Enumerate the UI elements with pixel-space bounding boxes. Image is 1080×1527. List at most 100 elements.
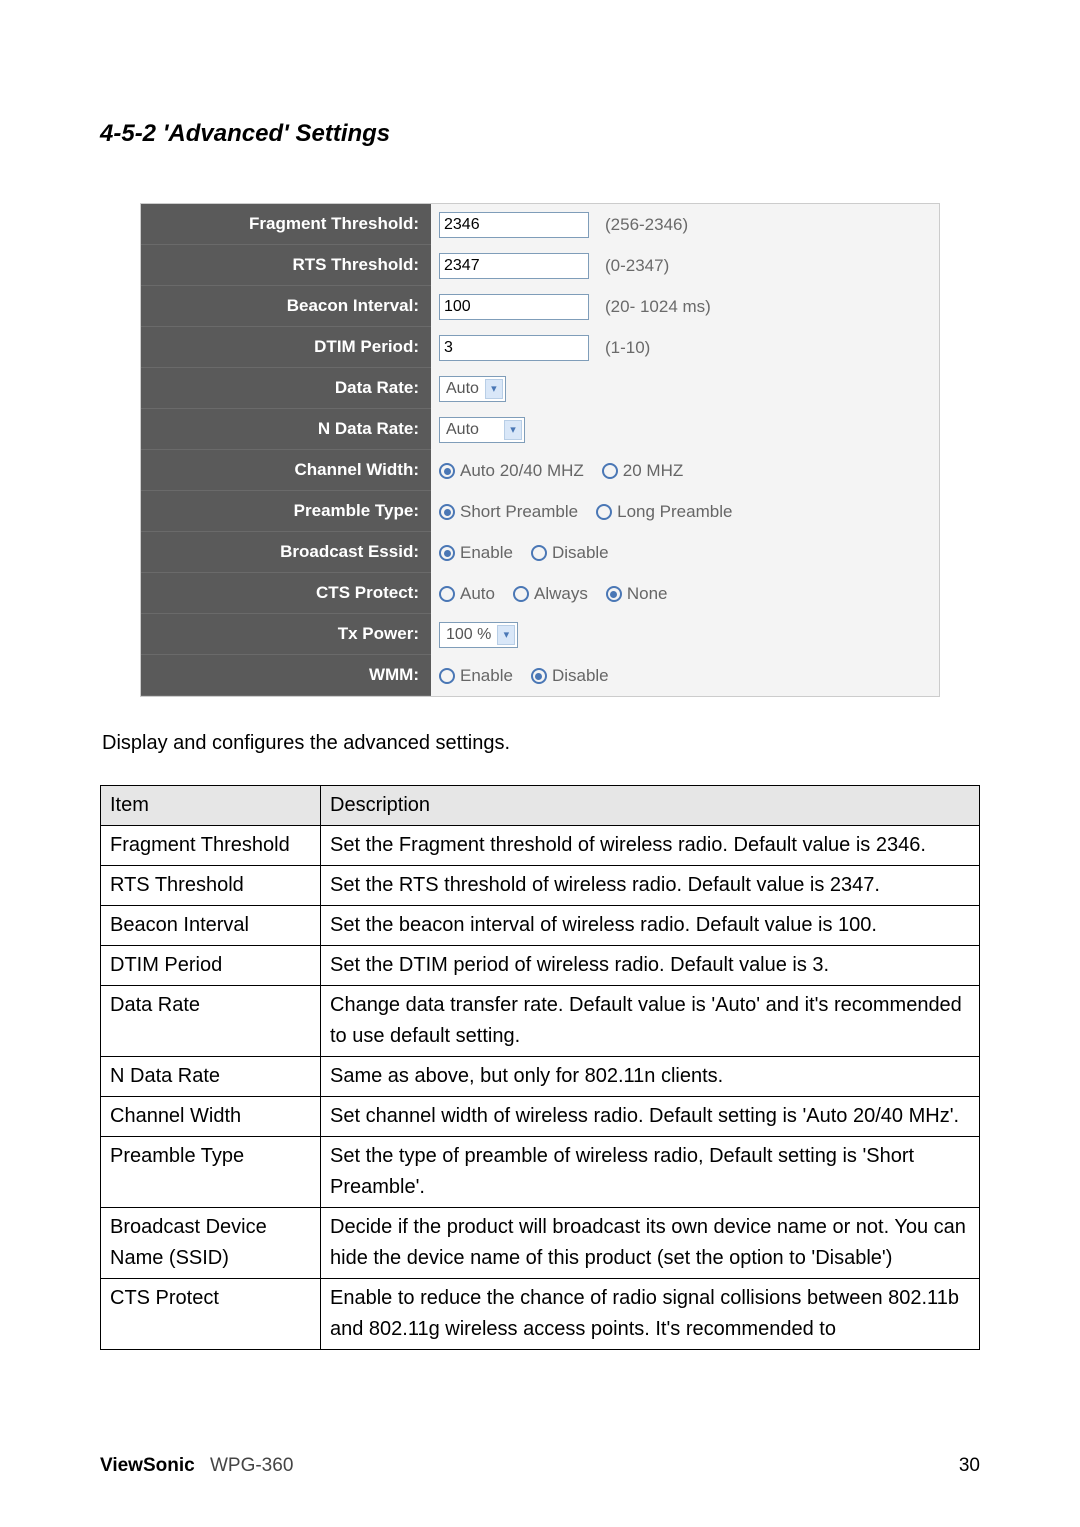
table-cell-item: CTS Protect [101, 1279, 321, 1350]
radio-channel-20[interactable] [602, 463, 618, 479]
select-n-data-rate[interactable]: Auto ▾ [439, 417, 525, 443]
option-wmm-disable: Disable [552, 666, 609, 685]
table-row: CTS ProtectEnable to reduce the chance o… [101, 1279, 980, 1350]
config-panel: Fragment Threshold: (256-2346) RTS Thres… [140, 203, 940, 697]
label-dtim-period: DTIM Period: [141, 327, 431, 368]
radio-cts-always[interactable] [513, 586, 529, 602]
table-cell-desc: Set the RTS threshold of wireless radio.… [321, 866, 980, 906]
select-data-rate[interactable]: Auto ▾ [439, 376, 506, 402]
table-cell-item: Data Rate [101, 986, 321, 1057]
footer-model: WPG-360 [210, 1455, 293, 1476]
row-fragment-threshold: Fragment Threshold: (256-2346) [141, 204, 939, 245]
table-cell-item: DTIM Period [101, 946, 321, 986]
option-cts-always: Always [534, 584, 588, 603]
option-cts-none: None [627, 584, 668, 603]
table-cell-item: N Data Rate [101, 1057, 321, 1097]
row-preamble-type: Preamble Type: Short Preamble Long Pream… [141, 491, 939, 532]
row-channel-width: Channel Width: Auto 20/40 MHZ 20 MHZ [141, 450, 939, 491]
page-footer: ViewSonic WPG-360 30 [100, 1455, 980, 1477]
table-cell-desc: Change data transfer rate. Default value… [321, 986, 980, 1057]
table-cell-desc: Set the Fragment threshold of wireless r… [321, 826, 980, 866]
radio-cts-auto[interactable] [439, 586, 455, 602]
label-rts-threshold: RTS Threshold: [141, 245, 431, 286]
table-cell-desc: Set channel width of wireless radio. Def… [321, 1097, 980, 1137]
hint-fragment-threshold: (256-2346) [605, 215, 688, 235]
table-row: DTIM PeriodSet the DTIM period of wirele… [101, 946, 980, 986]
table-cell-desc: Enable to reduce the chance of radio sig… [321, 1279, 980, 1350]
chevron-down-icon: ▾ [504, 420, 522, 440]
radio-wmm-disable[interactable] [531, 668, 547, 684]
input-rts-threshold[interactable] [439, 253, 589, 279]
chevron-down-icon: ▾ [497, 625, 515, 645]
table-cell-item: Channel Width [101, 1097, 321, 1137]
table-row: Channel WidthSet channel width of wirele… [101, 1097, 980, 1137]
radio-essid-disable[interactable] [531, 545, 547, 561]
table-row: Preamble TypeSet the type of preamble of… [101, 1137, 980, 1208]
footer-brand: ViewSonic [100, 1455, 195, 1476]
option-essid-disable: Disable [552, 543, 609, 562]
caption-text: Display and configures the advanced sett… [102, 732, 978, 755]
label-fragment-threshold: Fragment Threshold: [141, 204, 431, 245]
table-cell-desc: Set the beacon interval of wireless radi… [321, 906, 980, 946]
table-cell-desc: Decide if the product will broadcast its… [321, 1208, 980, 1279]
label-preamble-type: Preamble Type: [141, 491, 431, 532]
row-dtim-period: DTIM Period: (1-10) [141, 327, 939, 368]
select-tx-power-value: 100 % [446, 626, 491, 644]
row-broadcast-essid: Broadcast Essid: Enable Disable [141, 532, 939, 573]
row-n-data-rate: N Data Rate: Auto ▾ [141, 409, 939, 450]
description-table: Item Description Fragment ThresholdSet t… [100, 785, 980, 1350]
table-row: Fragment ThresholdSet the Fragment thres… [101, 826, 980, 866]
select-data-rate-value: Auto [446, 380, 479, 398]
hint-dtim-period: (1-10) [605, 338, 650, 358]
label-channel-width: Channel Width: [141, 450, 431, 491]
option-channel-20: 20 MHZ [623, 461, 683, 480]
option-preamble-long: Long Preamble [617, 502, 732, 521]
table-cell-desc: Same as above, but only for 802.11n clie… [321, 1057, 980, 1097]
table-row: Beacon IntervalSet the beacon interval o… [101, 906, 980, 946]
label-tx-power: Tx Power: [141, 614, 431, 655]
input-beacon-interval[interactable] [439, 294, 589, 320]
radio-preamble-long[interactable] [596, 504, 612, 520]
input-dtim-period[interactable] [439, 335, 589, 361]
select-n-data-rate-value: Auto [446, 421, 498, 439]
input-fragment-threshold[interactable] [439, 212, 589, 238]
label-wmm: WMM: [141, 655, 431, 696]
row-wmm: WMM: Enable Disable [141, 655, 939, 696]
table-row: RTS ThresholdSet the RTS threshold of wi… [101, 866, 980, 906]
row-data-rate: Data Rate: Auto ▾ [141, 368, 939, 409]
table-cell-item: Broadcast Device Name (SSID) [101, 1208, 321, 1279]
table-row: Broadcast Device Name (SSID)Decide if th… [101, 1208, 980, 1279]
table-row: Data RateChange data transfer rate. Defa… [101, 986, 980, 1057]
hint-beacon-interval: (20- 1024 ms) [605, 297, 711, 317]
radio-essid-enable[interactable] [439, 545, 455, 561]
option-essid-enable: Enable [460, 543, 513, 562]
radio-wmm-enable[interactable] [439, 668, 455, 684]
table-header-desc: Description [321, 786, 980, 826]
table-cell-item: Beacon Interval [101, 906, 321, 946]
label-beacon-interval: Beacon Interval: [141, 286, 431, 327]
chevron-down-icon: ▾ [485, 379, 503, 399]
radio-cts-none[interactable] [606, 586, 622, 602]
row-beacon-interval: Beacon Interval: (20- 1024 ms) [141, 286, 939, 327]
label-broadcast-essid: Broadcast Essid: [141, 532, 431, 573]
table-cell-item: Preamble Type [101, 1137, 321, 1208]
table-cell-desc: Set the DTIM period of wireless radio. D… [321, 946, 980, 986]
section-title: 4-5-2 'Advanced' Settings [100, 120, 980, 148]
row-rts-threshold: RTS Threshold: (0-2347) [141, 245, 939, 286]
radio-channel-auto[interactable] [439, 463, 455, 479]
label-data-rate: Data Rate: [141, 368, 431, 409]
row-tx-power: Tx Power: 100 % ▾ [141, 614, 939, 655]
option-wmm-enable: Enable [460, 666, 513, 685]
table-cell-desc: Set the type of preamble of wireless rad… [321, 1137, 980, 1208]
page-number: 30 [959, 1455, 980, 1477]
hint-rts-threshold: (0-2347) [605, 256, 669, 276]
table-cell-item: RTS Threshold [101, 866, 321, 906]
label-cts-protect: CTS Protect: [141, 573, 431, 614]
select-tx-power[interactable]: 100 % ▾ [439, 622, 518, 648]
label-n-data-rate: N Data Rate: [141, 409, 431, 450]
table-cell-item: Fragment Threshold [101, 826, 321, 866]
table-header-item: Item [101, 786, 321, 826]
option-cts-auto: Auto [460, 584, 495, 603]
radio-preamble-short[interactable] [439, 504, 455, 520]
option-channel-auto: Auto 20/40 MHZ [460, 461, 584, 480]
